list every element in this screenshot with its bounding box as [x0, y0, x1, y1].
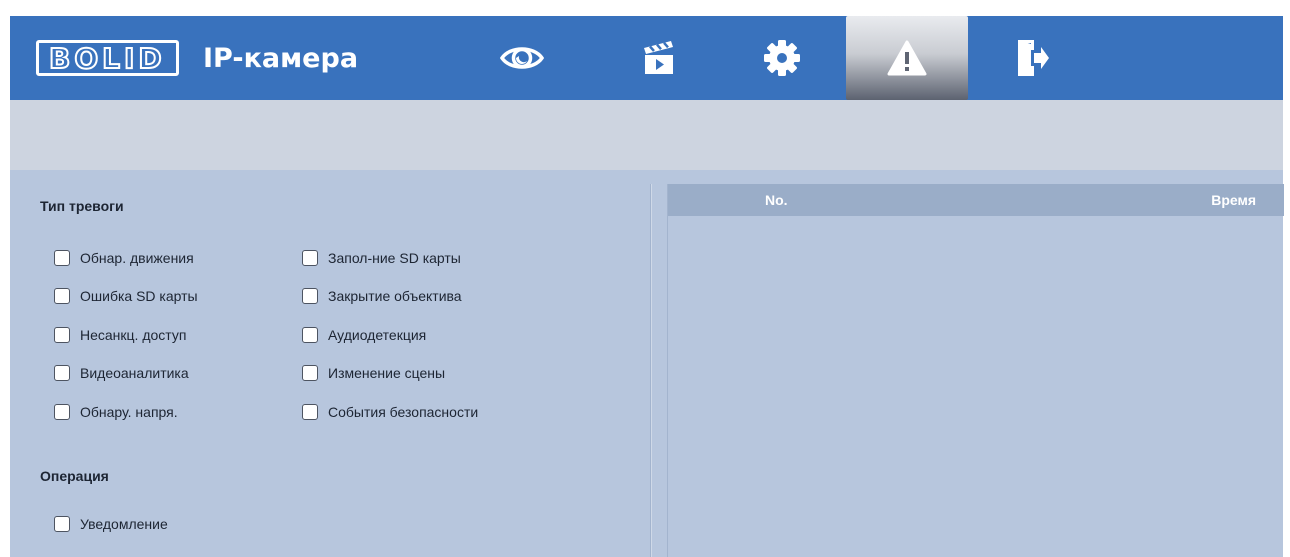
nav-playback-button[interactable]: [623, 16, 695, 100]
checkbox-sd-card-full[interactable]: Запол-ние SD карты: [302, 250, 461, 266]
checkbox-box[interactable]: [54, 404, 70, 420]
checkbox-scene-change[interactable]: Изменение сцены: [302, 365, 445, 381]
checkbox-notification[interactable]: Уведомление: [54, 516, 168, 532]
nav-settings-button[interactable]: [746, 16, 818, 100]
checkbox-audio-detection[interactable]: Аудиодетекция: [302, 327, 426, 343]
checkbox-label: Закрытие объектива: [328, 288, 462, 304]
alarm-event-table: No. Время: [667, 184, 1284, 557]
checkbox-label: Запол-ние SD карты: [328, 250, 461, 266]
checkbox-box[interactable]: [54, 250, 70, 266]
checkbox-unauthorized-access[interactable]: Несанкц. доступ: [54, 327, 186, 343]
checkbox-lens-cover[interactable]: Закрытие объектива: [302, 288, 462, 304]
alarm-content-area: Тип тревоги Обнар. движения Запол-ние SD…: [10, 170, 1284, 557]
nav-logout-button[interactable]: [996, 16, 1068, 100]
column-header-no: No.: [765, 192, 788, 208]
app-title: IP-камера: [203, 43, 359, 74]
gear-icon: [764, 40, 800, 76]
nav-live-view-button[interactable]: [486, 16, 558, 100]
bolid-logo: BOLID: [36, 40, 179, 76]
checkbox-label: Ошибка SD карты: [80, 288, 198, 304]
checkbox-motion-detection[interactable]: Обнар. движения: [54, 250, 194, 266]
logout-icon: [1018, 40, 1049, 76]
checkbox-box[interactable]: [54, 288, 70, 304]
alarm-type-title: Тип тревоги: [40, 198, 124, 214]
eye-icon: [500, 47, 544, 69]
checkbox-label: Видеоаналитика: [80, 365, 189, 381]
top-navigation-bar: BOLID IP-камера: [10, 16, 1283, 100]
operation-title: Операция: [40, 468, 109, 484]
checkbox-voltage-detection[interactable]: Обнару. напря.: [54, 404, 178, 420]
checkbox-label: Уведомление: [80, 516, 168, 532]
checkbox-security-events[interactable]: События безопасности: [302, 404, 478, 420]
nav-alarm-button[interactable]: [846, 16, 968, 100]
checkbox-box[interactable]: [302, 365, 318, 381]
table-header: No. Время: [668, 184, 1284, 216]
checkbox-sd-card-error[interactable]: Ошибка SD карты: [54, 288, 198, 304]
checkbox-box[interactable]: [54, 365, 70, 381]
checkbox-box[interactable]: [54, 516, 70, 532]
column-header-time: Время: [1211, 192, 1256, 208]
checkbox-box[interactable]: [302, 327, 318, 343]
checkbox-box[interactable]: [302, 288, 318, 304]
checkbox-video-analytics[interactable]: Видеоаналитика: [54, 365, 189, 381]
alarm-settings-panel: Тип тревоги Обнар. движения Запол-ние SD…: [24, 184, 651, 557]
warning-icon: [887, 40, 927, 76]
logo-text: BOLID: [48, 41, 166, 76]
checkbox-label: Аудиодетекция: [328, 327, 427, 343]
checkbox-label: Обнар. движения: [80, 250, 194, 266]
checkbox-label: Изменение сцены: [328, 365, 446, 381]
clapperboard-icon: [644, 41, 673, 74]
checkbox-box[interactable]: [302, 404, 318, 420]
checkbox-label: Обнару. напря.: [80, 404, 178, 420]
checkbox-box[interactable]: [54, 327, 70, 343]
checkbox-box[interactable]: [302, 250, 318, 266]
toolbar-strip: [10, 100, 1283, 170]
checkbox-label: Несанкц. доступ: [80, 327, 187, 343]
checkbox-label: События безопасности: [328, 404, 479, 420]
